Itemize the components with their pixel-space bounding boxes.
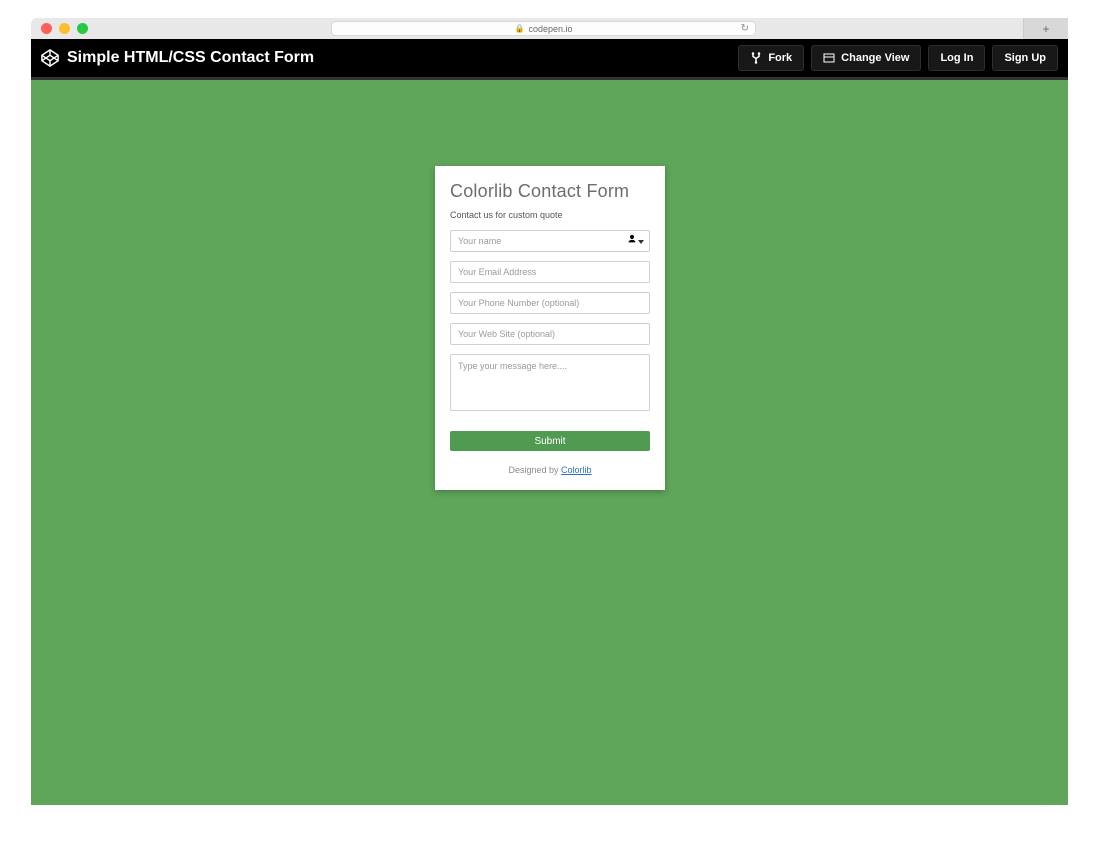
layout-icon xyxy=(823,52,835,64)
website-input[interactable] xyxy=(450,323,650,345)
name-field-adornment[interactable] xyxy=(627,234,644,247)
phone-input[interactable] xyxy=(450,292,650,314)
new-tab-button[interactable]: + xyxy=(1023,18,1068,39)
address-bar-text: codepen.io xyxy=(528,24,572,34)
zoom-window-icon[interactable] xyxy=(77,23,88,34)
log-in-label: Log In xyxy=(940,52,973,64)
fork-label: Fork xyxy=(768,52,792,64)
sign-up-button[interactable]: Sign Up xyxy=(992,45,1058,71)
change-view-label: Change View xyxy=(841,52,909,64)
form-subtitle: Contact us for custom quote xyxy=(450,210,650,220)
close-window-icon[interactable] xyxy=(41,23,52,34)
address-bar[interactable]: 🔒 codepen.io ↻ xyxy=(331,21,756,36)
fork-icon xyxy=(750,52,762,64)
codepen-header: Simple HTML/CSS Contact Form Fork Change… xyxy=(31,39,1068,77)
pen-title: Simple HTML/CSS Contact Form xyxy=(67,49,314,67)
browser-window: 🔒 codepen.io ↻ + Simple HTML/CSS Contact… xyxy=(31,18,1068,828)
message-textarea[interactable] xyxy=(450,354,650,411)
reload-icon[interactable]: ↻ xyxy=(741,23,749,34)
change-view-button[interactable]: Change View xyxy=(811,45,921,71)
form-title: Colorlib Contact Form xyxy=(450,181,650,202)
browser-chrome: 🔒 codepen.io ↻ + xyxy=(31,18,1068,39)
contact-form-card: Colorlib Contact Form Contact us for cus… xyxy=(435,166,665,490)
minimize-window-icon[interactable] xyxy=(59,23,70,34)
person-icon xyxy=(627,234,637,247)
fork-button[interactable]: Fork xyxy=(738,45,804,71)
credit-prefix: Designed by xyxy=(508,465,561,475)
log-in-button[interactable]: Log In xyxy=(928,45,985,71)
lock-icon: 🔒 xyxy=(514,24,524,33)
chevron-down-icon xyxy=(638,240,644,244)
traffic-lights xyxy=(41,23,88,34)
codepen-logo-icon xyxy=(41,49,59,67)
email-input[interactable] xyxy=(450,261,650,283)
sign-up-label: Sign Up xyxy=(1004,52,1046,64)
submit-button[interactable]: Submit xyxy=(450,431,650,451)
form-credit: Designed by Colorlib xyxy=(450,465,650,475)
pen-output: Colorlib Contact Form Contact us for cus… xyxy=(31,77,1068,805)
name-input[interactable] xyxy=(450,230,650,252)
credit-link[interactable]: Colorlib xyxy=(561,465,592,475)
